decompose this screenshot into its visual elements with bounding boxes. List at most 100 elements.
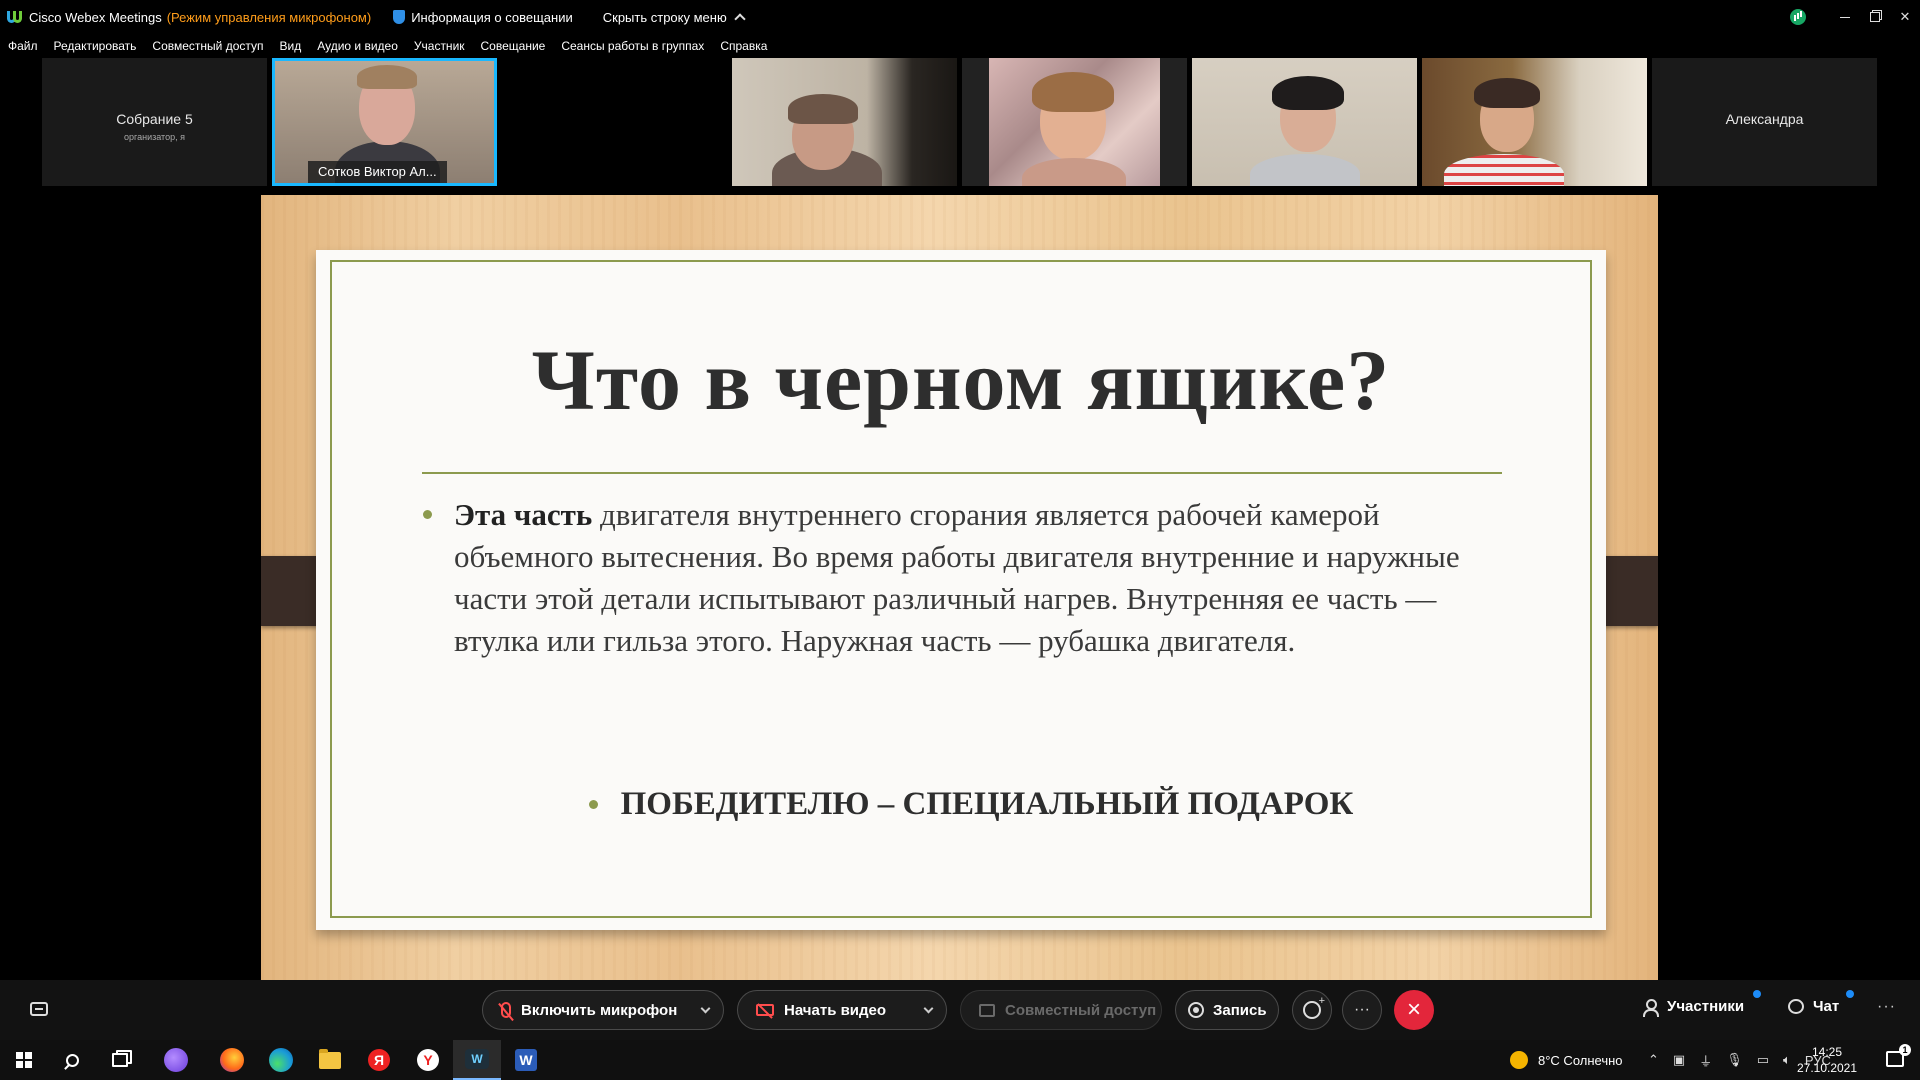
more-options-button[interactable]: ··· [1342, 990, 1382, 1030]
record-icon [1188, 1002, 1204, 1018]
bullet-dot-icon [423, 510, 432, 519]
menu-edit[interactable]: Редактировать [54, 39, 137, 53]
participants-notification-dot [1753, 990, 1761, 998]
weather-text: 8°C Солнечно [1538, 1052, 1623, 1068]
menu-audio-video[interactable]: Аудио и видео [317, 39, 398, 53]
slide-body-text: двигателя внутреннего сгорания является … [454, 497, 1460, 658]
folder-icon [319, 1048, 341, 1069]
host-role: организатор, я [124, 132, 185, 142]
window-controls: ✕ [1790, 0, 1920, 34]
menu-breakout[interactable]: Сеансы работы в группах [561, 39, 704, 53]
participant-tile-host[interactable]: Собрание 5 организатор, я [42, 58, 267, 186]
reactions-icon [1303, 995, 1325, 1019]
alice-icon [164, 1048, 188, 1072]
webex-logo-icon [7, 10, 23, 24]
meeting-info-button[interactable]: Информация о совещании [393, 10, 573, 25]
slide-bullet-text: Эта часть двигателя внутреннего сгорания… [423, 494, 1486, 662]
participant-tile-3[interactable] [732, 58, 957, 186]
taskbar-firefox[interactable] [208, 1040, 256, 1080]
start-button[interactable] [0, 1040, 48, 1080]
captions-icon[interactable] [30, 1002, 48, 1016]
slide-title: Что в черном ящике? [531, 332, 1391, 428]
clock-time: 14:25 [1811, 1045, 1843, 1059]
hide-menu-button[interactable]: Скрыть строку меню [602, 9, 746, 25]
word-icon: W [515, 1049, 537, 1071]
menu-share[interactable]: Совместный доступ [152, 39, 263, 53]
menu-participant[interactable]: Участник [414, 39, 465, 53]
taskbar-alice[interactable] [152, 1040, 200, 1080]
record-button[interactable]: Запись [1175, 990, 1279, 1030]
weather-widget[interactable]: 8°C Солнечно [1510, 1040, 1623, 1080]
menu-meeting[interactable]: Совещание [481, 39, 546, 53]
participants-panel-button[interactable]: Участники [1642, 998, 1745, 1017]
taskbar-yandex[interactable]: Я [355, 1040, 403, 1080]
leave-meeting-button[interactable]: × [1394, 990, 1434, 1030]
unmute-label: Включить микрофон [521, 1001, 678, 1019]
chat-label: Чат [1813, 998, 1840, 1015]
participant-tile-4[interactable] [962, 58, 1187, 186]
share-button[interactable]: Совместный доступ [960, 990, 1162, 1030]
participant-tile-last[interactable]: Александра [1652, 58, 1877, 186]
menu-bar: Файл Редактировать Совместный доступ Вид… [0, 34, 1920, 58]
taskbar-explorer[interactable] [306, 1040, 354, 1080]
person-icon [1642, 998, 1659, 1017]
volume-icon[interactable]: 🔈︎ [1783, 1052, 1791, 1068]
video-feed [732, 58, 957, 186]
menu-help[interactable]: Справка [720, 39, 767, 53]
slide-prize-line: ПОБЕДИТЕЛЮ – СПЕЦИАЛЬНЫЙ ПОДАРОК [316, 786, 1606, 823]
reactions-button[interactable] [1292, 990, 1332, 1030]
participant-tile-active-speaker[interactable]: Сотков Виктор Ал... [272, 58, 497, 186]
close-icon: × [1406, 996, 1421, 1023]
clock-date: 27.10.2021 [1796, 1061, 1858, 1075]
chevron-down-icon[interactable] [923, 1003, 934, 1014]
record-label: Запись [1213, 1001, 1267, 1019]
taskbar-yandex-browser[interactable]: Y [404, 1040, 452, 1080]
chevron-down-icon[interactable] [700, 1003, 711, 1014]
meeting-controls-bar: Включить микрофон Начать видео Совместны… [0, 980, 1920, 1040]
menu-view[interactable]: Вид [280, 39, 302, 53]
participants-label: Участники [1667, 998, 1745, 1015]
chat-panel-button[interactable]: Чат [1788, 998, 1839, 1015]
hide-menu-label: Скрыть строку меню [602, 9, 727, 25]
network-quality-icon[interactable] [1790, 9, 1806, 25]
menu-file[interactable]: Файл [8, 39, 38, 53]
slide-prize-text: ПОБЕДИТЕЛЮ – СПЕЦИАЛЬНЫЙ ПОДАРОК [620, 786, 1354, 822]
taskbar-edge[interactable] [257, 1040, 305, 1080]
chat-notification-dot [1846, 990, 1854, 998]
chevron-up-icon [734, 13, 746, 25]
yandex-browser-icon: Y [417, 1049, 439, 1071]
start-video-label: Начать видео [784, 1001, 887, 1019]
start-video-button[interactable]: Начать видео [737, 990, 947, 1030]
mic-muted-icon [501, 1002, 511, 1018]
search-button[interactable] [48, 1040, 96, 1080]
title-bar: Cisco Webex Meetings (Режим управления м… [0, 0, 1920, 34]
app-title: Cisco Webex Meetings [29, 9, 162, 25]
panel-overflow-button[interactable]: ··· [1877, 998, 1896, 1016]
sun-icon [1510, 1051, 1528, 1069]
video-feed [1422, 58, 1647, 186]
participant-tile-5[interactable] [1192, 58, 1417, 186]
unmute-button[interactable]: Включить микрофон [482, 990, 724, 1030]
close-window-button[interactable]: ✕ [1890, 0, 1920, 34]
participant-tile-empty[interactable] [502, 58, 727, 186]
network-icon[interactable]: ▭ [1757, 1052, 1769, 1068]
presentation-slide: Что в черном ящике? Эта часть двигателя … [261, 195, 1658, 980]
tray-usb-icon[interactable]: ⏚ [1699, 1051, 1712, 1070]
slide-card: Что в черном ящике? Эта часть двигателя … [316, 250, 1606, 930]
participant-strip: Собрание 5 организатор, я Сотков Виктор … [0, 58, 1920, 186]
task-view-button[interactable] [96, 1040, 144, 1080]
taskbar-webex[interactable]: W [453, 1040, 501, 1080]
microphone-icon[interactable]: 🎙︎ [1726, 1052, 1743, 1068]
clock[interactable]: 14:25 27.10.2021 [1792, 1044, 1862, 1076]
tray-app-icon[interactable]: ▣ [1673, 1052, 1685, 1068]
bullet-dot-icon [588, 800, 598, 809]
participant-tile-6[interactable] [1422, 58, 1647, 186]
shield-icon [393, 10, 406, 24]
task-view-icon [112, 1053, 128, 1067]
taskbar-word[interactable]: W [502, 1040, 550, 1080]
meeting-info-label: Информация о совещании [411, 9, 573, 25]
minimize-button[interactable] [1830, 0, 1860, 34]
restore-button[interactable] [1860, 0, 1890, 34]
firefox-icon [220, 1048, 244, 1072]
chevron-up-icon[interactable]: ⌃ [1648, 1052, 1659, 1068]
